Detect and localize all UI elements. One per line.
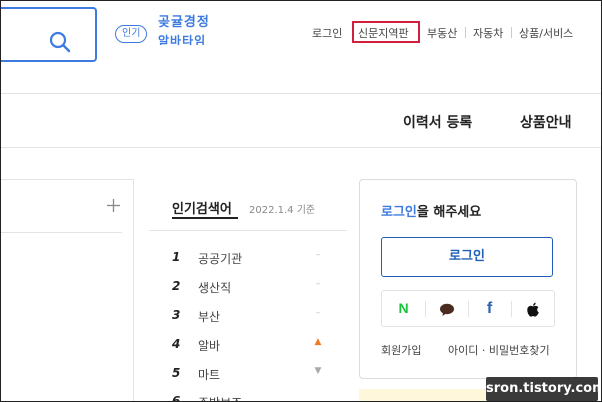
- plus-icon[interactable]: [106, 198, 121, 213]
- keyword-rank: 4: [172, 337, 181, 351]
- social-login-bar: N f: [381, 290, 555, 327]
- browser-frame: 인기 곶귤경정 알바타임 로그인 신문지역판 부동산 자동차 상품/서비스 이력…: [0, 0, 602, 402]
- keyword-item[interactable]: 4 알바 ▲: [172, 337, 327, 355]
- keyword-text[interactable]: 부산: [198, 308, 220, 325]
- trend-down-icon: ▼: [314, 366, 322, 376]
- trend-up-icon: ▲: [314, 337, 322, 347]
- login-message: 로그인을 해주세요: [381, 201, 481, 220]
- keyword-text[interactable]: 생산직: [198, 279, 231, 296]
- facebook-icon[interactable]: f: [468, 291, 511, 326]
- trend-same-icon: –: [315, 279, 321, 289]
- rolling-keyword[interactable]: 곶귤경정 알바타임: [158, 13, 214, 45]
- util-products-link[interactable]: 상품/서비스: [519, 25, 573, 41]
- keyword-item[interactable]: 2 생산직 –: [172, 279, 327, 297]
- util-divider: [511, 27, 512, 38]
- keyword-text[interactable]: 마트: [198, 366, 220, 383]
- keyword-item[interactable]: 1 공공기관 –: [172, 250, 327, 268]
- keyword-text[interactable]: 주방보조: [198, 394, 242, 401]
- signup-link[interactable]: 회원가입: [381, 342, 421, 358]
- util-real-estate-link[interactable]: 부동산: [427, 25, 457, 41]
- apple-icon[interactable]: [511, 291, 554, 326]
- util-divider: [465, 27, 466, 38]
- watermark: sron.tistory.com: [486, 377, 601, 401]
- nav-divider: [1, 147, 601, 148]
- nav-resume-register[interactable]: 이력서 등록: [403, 112, 472, 132]
- trend-same-icon: –: [315, 308, 321, 318]
- keyword-rank: 6: [172, 394, 181, 402]
- login-message-text: 을 해주세요: [416, 205, 482, 220]
- util-car-link[interactable]: 자동차: [473, 25, 503, 41]
- talk-icon[interactable]: [425, 291, 468, 326]
- keyword-rank: 2: [172, 279, 181, 293]
- keyword-item[interactable]: 6 주방보조: [172, 394, 327, 402]
- popular-search-date: 2022.1.4 기준: [249, 205, 316, 216]
- popular-search-title: 인기검색어: [172, 202, 232, 217]
- popular-search-title-underline: [172, 217, 238, 219]
- header-divider: [1, 93, 601, 94]
- rolling-keyword-bottom: 알바타임: [158, 34, 207, 45]
- nav-product-info[interactable]: 상품안내: [520, 112, 572, 132]
- search-input[interactable]: [1, 7, 97, 62]
- keyword-text[interactable]: 알바: [198, 337, 220, 354]
- popular-badge: 인기: [115, 25, 148, 43]
- login-button[interactable]: 로그인: [381, 237, 553, 277]
- search-icon[interactable]: [49, 31, 71, 53]
- left-panel-divider: [1, 232, 122, 233]
- keyword-item[interactable]: 5 마트 ▼: [172, 366, 327, 384]
- keyword-text[interactable]: 공공기관: [198, 250, 242, 267]
- keyword-item[interactable]: 3 부산 –: [172, 308, 327, 326]
- keyword-rank: 5: [172, 366, 181, 380]
- trend-same-icon: –: [315, 250, 321, 260]
- login-message-link[interactable]: 로그인: [381, 205, 417, 220]
- find-account-link[interactable]: 아이디 · 비밀번호찾기: [448, 342, 550, 358]
- rolling-keyword-top: 곶귤경정: [158, 15, 210, 30]
- naver-icon[interactable]: N: [382, 291, 425, 326]
- highlight-box: [352, 21, 420, 43]
- util-login-link[interactable]: 로그인: [312, 25, 342, 41]
- keyword-rank: 3: [172, 308, 181, 322]
- popular-search-divider: [149, 230, 347, 231]
- keyword-rank: 1: [172, 250, 181, 264]
